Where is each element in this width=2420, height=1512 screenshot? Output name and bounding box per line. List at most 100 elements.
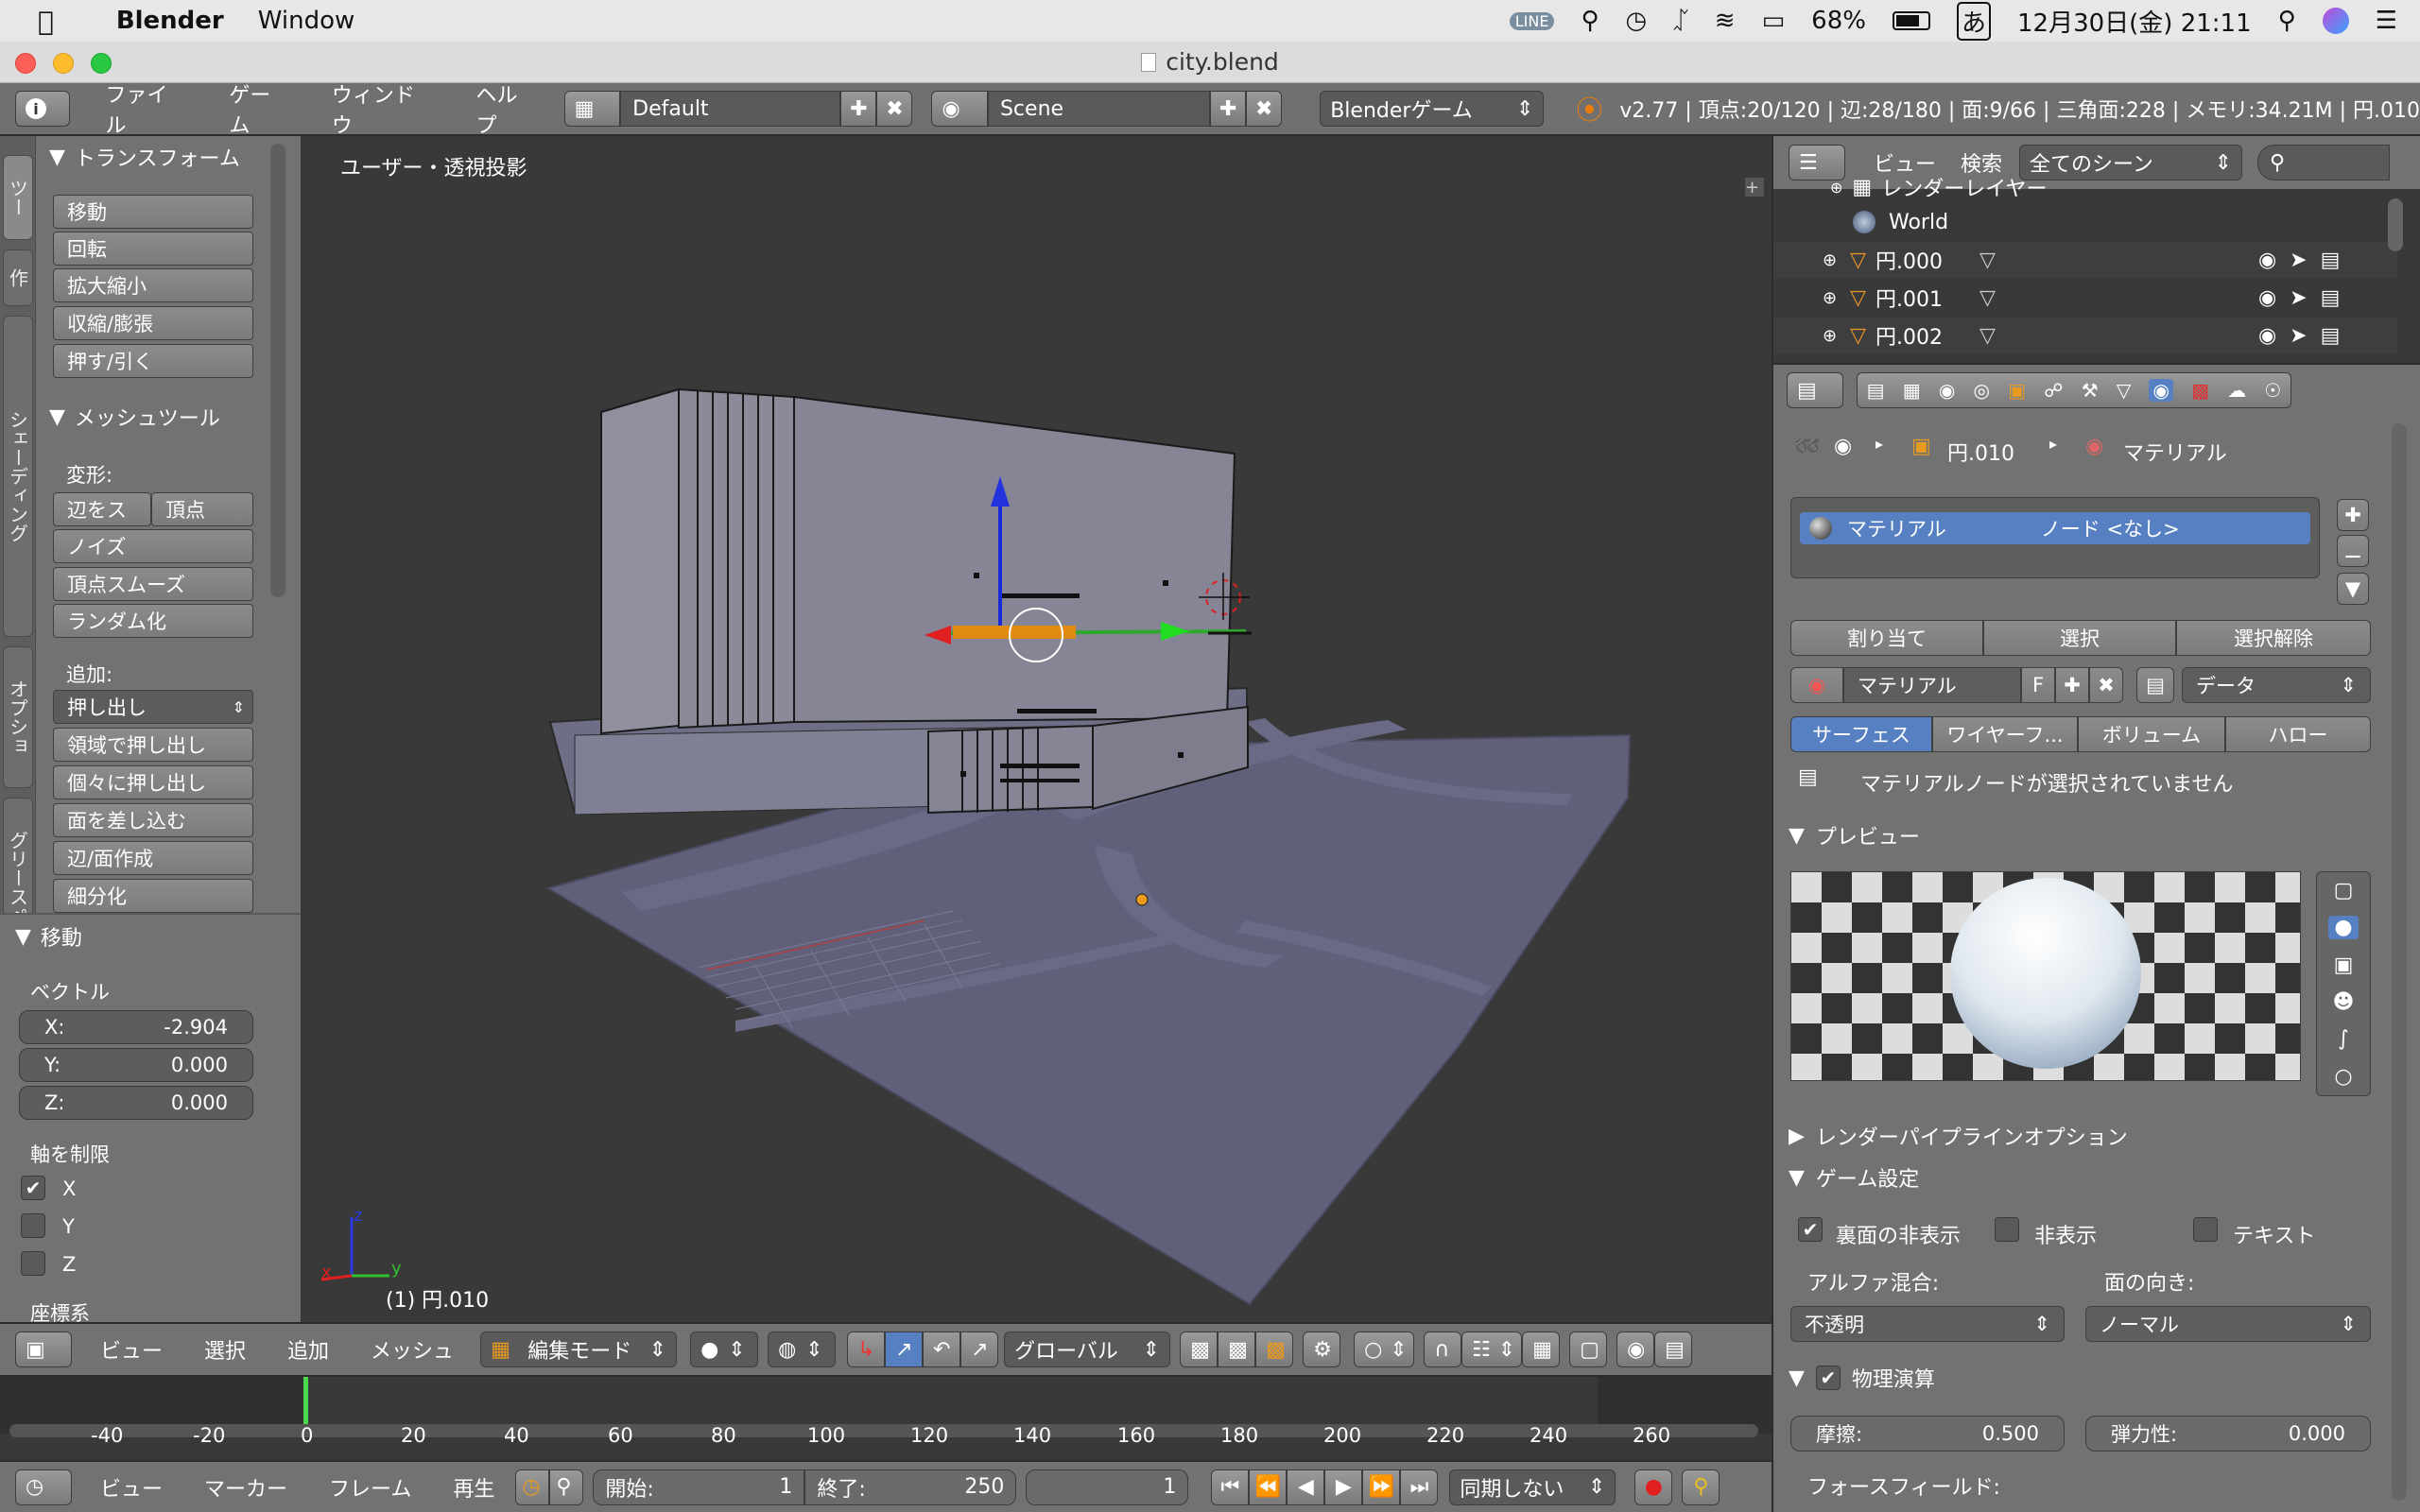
tl-menu-marker[interactable]: マーカー <box>183 1472 308 1503</box>
bluetooth-icon[interactable]: ᛢ <box>1673 7 1688 35</box>
tab-wire[interactable]: ワイヤーフ... <box>1932 716 2078 752</box>
particles-tab-icon[interactable]: ☁ <box>2227 379 2246 402</box>
menu-game[interactable]: ゲーム <box>208 78 311 139</box>
render-layer-tab-icon[interactable]: ▦ <box>1903 379 1921 402</box>
manipulator-toggle[interactable]: ↳ <box>847 1332 886 1367</box>
pin-icon[interactable]: ➿ <box>1794 435 1820 458</box>
outliner-scrollbar[interactable] <box>2388 198 2403 251</box>
time-machine-icon[interactable]: ◷ <box>1626 7 1648 35</box>
cube-preview-icon[interactable]: ▣ <box>2334 954 2354 977</box>
location-icon[interactable]: ⚲ <box>1581 7 1599 35</box>
minimize-window-button[interactable] <box>53 53 74 74</box>
face-select-mode-button[interactable]: ▩ <box>1255 1332 1294 1367</box>
start-frame-field[interactable]: 開始: 1 <box>593 1469 805 1505</box>
vp-menu-add[interactable]: 追加 <box>267 1334 350 1365</box>
invisible-checkbox[interactable] <box>1995 1217 2019 1242</box>
properties-scrollbar[interactable] <box>2392 423 2407 1501</box>
world-tab-icon[interactable]: ◎ <box>1973 379 1989 402</box>
scale-button[interactable]: 拡大縮小 <box>53 268 253 302</box>
keying-set-button[interactable]: ⚲ <box>1682 1469 1720 1505</box>
translate-manipulator-button[interactable]: ↗ <box>885 1332 924 1367</box>
auto-keyframe-button[interactable]: ● <box>1634 1469 1673 1505</box>
editor-type-timeline-button[interactable]: ◷ <box>15 1469 72 1505</box>
cursor-icon[interactable]: ➤ <box>2290 324 2307 348</box>
outliner-menu-search[interactable]: 検索 <box>1957 147 2006 178</box>
outliner-row-object[interactable]: ⊕ ▽ 円.000 ▽ ◉ ➤ ▤ <box>1773 242 2397 278</box>
shading-select[interactable]: ● ⇕ <box>690 1332 759 1367</box>
physics-panel-header[interactable]: ▼ ✔ 物理演算 <box>1789 1363 1935 1393</box>
vp-menu-select[interactable]: 選択 <box>183 1334 267 1365</box>
render-anim-button[interactable]: ▤ <box>1654 1332 1693 1367</box>
outliner-row-object[interactable]: ⊕ ▽ 円.002 ▽ ◉ ➤ ▤ <box>1773 318 2397 353</box>
screen-layout-type-button[interactable]: ▦ <box>563 91 621 127</box>
data-tab-icon[interactable]: ▽ <box>2117 379 2131 402</box>
outliner-filter-select[interactable]: 全てのシーン ⇕ <box>2019 145 2243 180</box>
editor-type-3d-button[interactable]: ▣ <box>15 1332 72 1367</box>
monkey-preview-icon[interactable]: ☻ <box>2333 990 2355 1014</box>
play-reverse-button[interactable]: ◀ <box>1287 1469 1325 1505</box>
render-still-button[interactable]: ◉ <box>1616 1332 1655 1367</box>
deselect-button[interactable]: 選択解除 <box>2176 620 2371 656</box>
jump-end-button[interactable]: ⏭ <box>1400 1469 1439 1505</box>
subdivide-button[interactable]: 細分化 <box>53 879 253 913</box>
constraint-y-checkbox[interactable] <box>21 1213 45 1238</box>
constraint-z-checkbox[interactable] <box>21 1251 45 1276</box>
sky-preview-icon[interactable]: ○ <box>2334 1065 2352 1089</box>
game-settings-panel-header[interactable]: ▼ ゲーム設定 <box>1789 1162 1919 1193</box>
timeline-scrollbar[interactable] <box>9 1424 1758 1437</box>
sync-select[interactable]: 同期しない ⇕ <box>1449 1469 1616 1505</box>
prev-keyframe-button[interactable]: ⏪ <box>1249 1469 1288 1505</box>
apple-icon[interactable]:  <box>38 6 54 37</box>
mesh-tools-panel-header[interactable]: ▼ メッシュツール <box>49 402 220 432</box>
next-keyframe-button[interactable]: ⏩ <box>1362 1469 1401 1505</box>
constraint-x-checkbox[interactable]: ✔ <box>21 1176 45 1200</box>
camera-icon[interactable]: ▤ <box>2321 249 2341 272</box>
rotate-manipulator-button[interactable]: ↶ <box>923 1332 961 1367</box>
pivot-select[interactable]: ◍ ⇕ <box>768 1332 837 1367</box>
smooth-vertex-button[interactable]: 頂点スムーズ <box>53 567 253 601</box>
vp-menu-view[interactable]: ビュー <box>79 1334 183 1365</box>
camera-icon[interactable]: ▤ <box>2321 324 2341 348</box>
clock[interactable]: 12月30日(金) 21:11 <box>2017 4 2252 39</box>
vector-x-field[interactable]: X: -2.904 <box>19 1010 253 1044</box>
material-browse-button[interactable]: ◉ <box>1790 667 1843 703</box>
constraints-tab-icon[interactable]: ☍ <box>2044 379 2063 402</box>
text-checkbox[interactable] <box>2193 1217 2218 1242</box>
physics-tab-icon[interactable]: ☉ <box>2264 379 2281 402</box>
inset-faces-button[interactable]: 面を差し込む <box>53 803 253 837</box>
scene-type-button[interactable]: ◉ <box>931 91 988 127</box>
app-menu[interactable]: Blender <box>116 7 224 35</box>
randomize-button[interactable]: ランダム化 <box>53 604 253 638</box>
rotate-button[interactable]: 回転 <box>53 232 253 266</box>
wifi-icon[interactable]: ≋ <box>1715 7 1736 35</box>
slot-specials-button[interactable]: ▼ <box>2337 573 2369 605</box>
alpha-blend-select[interactable]: 不透明 ⇕ <box>1790 1306 2065 1342</box>
new-material-button[interactable]: ✚ <box>2055 667 2089 703</box>
play-button[interactable]: ▶ <box>1324 1469 1363 1505</box>
remove-scene-button[interactable]: ✖ <box>1246 91 1283 127</box>
physics-checkbox[interactable]: ✔ <box>1815 1366 1841 1390</box>
texture-tab-icon[interactable]: ▩ <box>2191 379 2209 402</box>
airplay-icon[interactable]: ▭ <box>1762 7 1786 35</box>
preview-range-button[interactable]: ◷ <box>515 1469 550 1505</box>
orientation-select[interactable]: グローバル ⇕ <box>1004 1332 1171 1367</box>
backface-culling-checkbox[interactable]: ✔ <box>1798 1217 1823 1242</box>
tool-shelf-scrollbar[interactable] <box>270 144 285 597</box>
extrude-individual-button[interactable]: 個々に押し出し <box>53 765 253 799</box>
material-name-field[interactable]: マテリアル <box>1843 667 2021 703</box>
transform-panel-header[interactable]: ▼ トランスフォーム <box>49 142 240 172</box>
eye-icon[interactable]: ◉ <box>2258 324 2276 348</box>
render-tab-icon[interactable]: ▤ <box>1867 379 1885 402</box>
translate-button[interactable]: 移動 <box>53 195 253 229</box>
render-engine-select[interactable]: Blenderゲーム ⇕ <box>1320 91 1545 127</box>
outliner-menu-view[interactable]: ビュー <box>1853 147 1957 178</box>
proportional-edit-select[interactable]: ○ ⇕ <box>1354 1332 1415 1367</box>
remove-layout-button[interactable]: ✖ <box>876 91 913 127</box>
battery-icon[interactable] <box>1892 11 1930 30</box>
extrude-region-button[interactable]: 領域で押し出し <box>53 728 253 762</box>
editor-type-properties-button[interactable]: ▤ <box>1787 372 1843 408</box>
assign-button[interactable]: 割り当て <box>1790 620 1983 656</box>
menu-help[interactable]: ヘルプ <box>456 78 559 139</box>
camera-icon[interactable]: ▤ <box>2321 286 2341 310</box>
tab-halo[interactable]: ハロー <box>2225 716 2371 752</box>
